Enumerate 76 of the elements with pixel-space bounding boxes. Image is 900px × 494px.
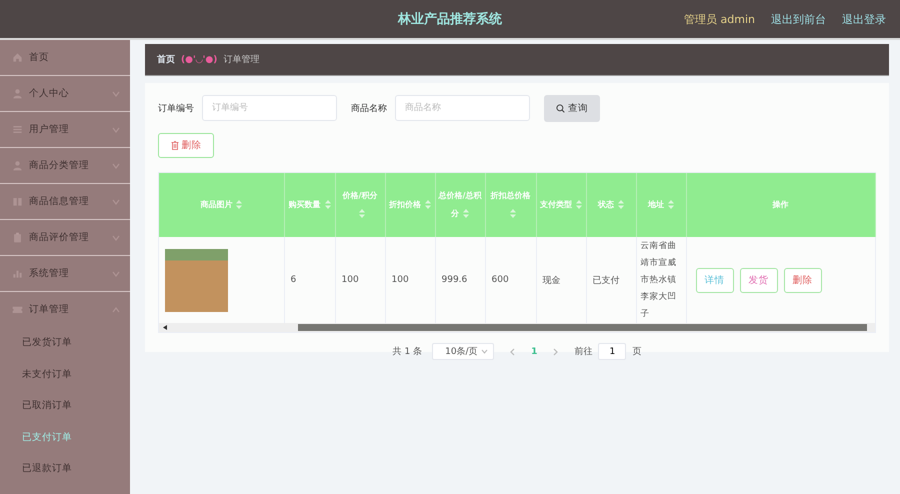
chevron-icon (112, 126, 120, 132)
goto-label: 前往 (574, 346, 592, 358)
chevron-icon (112, 234, 120, 240)
chevron-icon (112, 90, 120, 96)
sort-icon[interactable] (576, 200, 582, 210)
page-size-select[interactable]: 10条/页 (432, 343, 494, 360)
grid-icon (12, 196, 23, 207)
clipboard-icon (12, 232, 23, 243)
admin-label: 管理员 admin (684, 12, 755, 26)
sidebar-item[interactable]: 首页 (0, 40, 130, 76)
sidebar-item[interactable]: 个人中心 (0, 76, 130, 112)
sidebar-item[interactable]: 商品信息管理 (0, 184, 130, 220)
table-cell: 100 (335, 237, 385, 323)
table-cell: 100 (385, 237, 435, 323)
page-number[interactable]: 1 (531, 346, 538, 356)
breadcrumb-home[interactable]: 首页 (157, 53, 175, 66)
header-link[interactable]: 退出登录 (842, 12, 886, 26)
submenu-item[interactable]: 未支付订单 (0, 358, 130, 390)
sort-icon[interactable] (425, 200, 431, 210)
chevron-icon (481, 349, 488, 354)
table-cell: 600 (485, 237, 536, 323)
sort-icon[interactable] (324, 200, 330, 210)
scroll-left-icon[interactable] (163, 325, 167, 330)
next-page-icon[interactable] (553, 348, 558, 356)
home-icon (12, 52, 23, 63)
search-field[interactable]: 订单编号 (202, 95, 337, 121)
sidebar-item[interactable]: 商品评价管理 (0, 220, 130, 256)
person-icon (12, 88, 23, 99)
previous-page-icon[interactable] (510, 348, 516, 356)
page-input[interactable]: 1 (598, 343, 626, 360)
chevron-icon (112, 270, 120, 276)
table-cell: 已支付 (586, 237, 636, 323)
field-label: 订单编号 (158, 102, 194, 114)
submenu-item[interactable]: 已退款订单 (0, 453, 130, 484)
detail-button[interactable]: 详情 (696, 268, 734, 292)
page-suffix: 页 (632, 346, 642, 358)
table-cell: 现金 (536, 237, 586, 323)
sort-icon[interactable] (618, 200, 624, 210)
breadcrumb-separator: (●'◡'●) (181, 54, 218, 64)
submenu-item[interactable]: 已取消订单 (0, 390, 130, 422)
breadcrumb-current: 订单管理 (223, 54, 260, 66)
search-field[interactable]: 商品名称 (395, 95, 530, 121)
sidebar-item[interactable]: 订单管理 (0, 292, 130, 327)
submenu-item[interactable]: 已支付订单 (0, 422, 130, 453)
list-icon (12, 124, 23, 135)
horizontal-scrollbar[interactable] (159, 323, 875, 332)
header-link[interactable]: 退出到前台 (771, 12, 826, 26)
sidebar-item[interactable]: 商品分类管理 (0, 148, 130, 184)
sidebar-item[interactable]: 系统管理 (0, 256, 130, 292)
photo-placeholder (165, 248, 228, 312)
submenu-item[interactable]: 已发货订单 (0, 327, 130, 358)
sidebar-item[interactable]: 用户管理 (0, 112, 130, 148)
sort-icon[interactable] (510, 209, 516, 218)
chevron-icon (112, 162, 120, 168)
chevron-icon (112, 306, 120, 312)
column-header: 操作 (686, 173, 875, 237)
ship-button[interactable]: 发货 (740, 268, 778, 292)
delete-button[interactable]: 删除 (784, 268, 822, 292)
search-button[interactable]: 查询 (544, 94, 600, 122)
person-icon (12, 160, 23, 171)
sort-icon[interactable] (463, 209, 469, 218)
trash-icon (170, 141, 178, 150)
table-cell: 云南省曲靖市宣威市热水镇李家大凹子 (636, 237, 686, 323)
table-cell: 6 (284, 237, 335, 323)
ticket-icon (12, 304, 23, 315)
sort-icon[interactable] (668, 200, 674, 210)
sort-icon[interactable] (359, 209, 365, 218)
app-title: 林业产品推荐系统 (398, 12, 502, 27)
field-label: 商品名称 (351, 102, 387, 114)
table-cell: 999.6 (435, 237, 485, 323)
sort-icon[interactable] (236, 200, 242, 210)
total-count: 共 1 条 (392, 346, 422, 358)
search-icon (556, 104, 565, 112)
delete-button[interactable]: 删除 (158, 133, 214, 158)
chart-icon (12, 268, 23, 279)
chevron-icon (112, 198, 120, 204)
